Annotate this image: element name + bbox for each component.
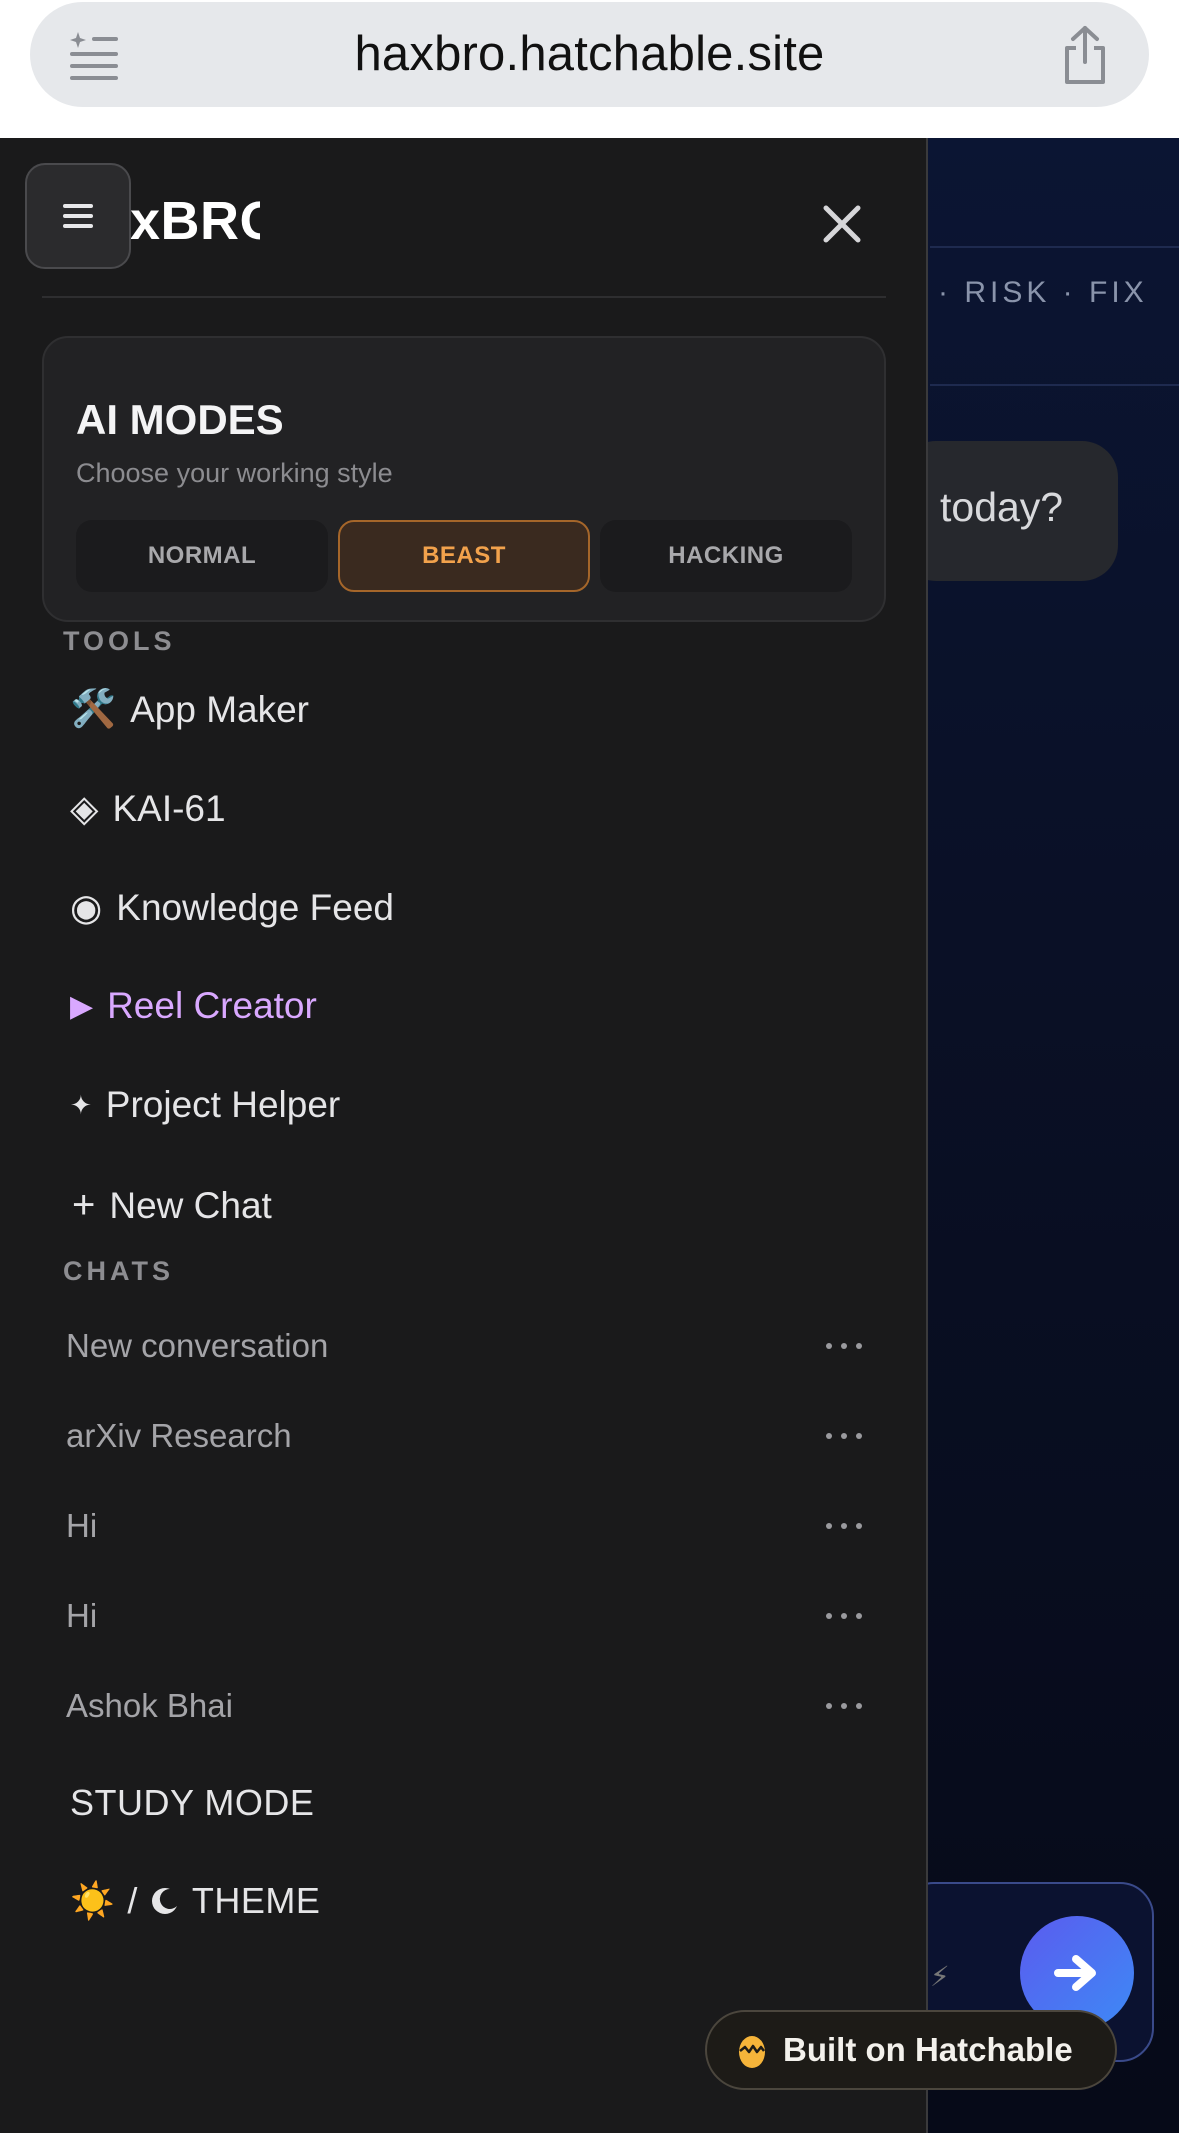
chat-title: arXiv Research <box>66 1417 292 1454</box>
hamburger-icon <box>63 204 93 228</box>
ai-modes-subtitle: Choose your working style <box>76 458 393 488</box>
play-icon: ▶ <box>70 989 94 1023</box>
theme-separator: / <box>127 1880 138 1921</box>
bolt-icon: ⚡ <box>930 1961 950 1992</box>
header-divider <box>930 246 1179 248</box>
subheader-divider <box>930 384 1179 386</box>
chat-title: Hi <box>66 1507 98 1544</box>
chats-section-label: CHATS <box>63 1256 174 1286</box>
app-tagline: · RISK · FIX <box>938 276 1148 309</box>
sparkle-icon: ✦ <box>70 1089 92 1120</box>
tool-project-helper[interactable]: ✦ Project Helper <box>70 1084 340 1126</box>
assistant-message-text: today? <box>940 484 1064 530</box>
study-mode-button[interactable]: STUDY MODE <box>70 1782 314 1824</box>
more-options-icon[interactable] <box>826 1613 876 1619</box>
chat-list-item[interactable]: Hi <box>66 1496 876 1556</box>
theme-toggle-button[interactable]: ☀️ / THEME <box>70 1880 320 1922</box>
tool-label: Knowledge Feed <box>116 886 394 928</box>
drawer-divider <box>42 296 886 298</box>
egg-icon <box>739 2036 765 2068</box>
moon-icon <box>151 1888 177 1914</box>
chat-list-item[interactable]: New conversation <box>66 1316 876 1376</box>
sun-icon: ☀️ <box>70 1880 116 1921</box>
more-options-icon[interactable] <box>826 1433 876 1439</box>
chat-title: New conversation <box>66 1327 329 1364</box>
browser-chrome: haxbro.hatchable.site <box>0 0 1179 138</box>
chat-title: Ashok Bhai <box>66 1687 233 1724</box>
more-options-icon[interactable] <box>826 1703 876 1709</box>
ai-modes-card: AI MODES Choose your working style NORMA… <box>42 336 886 622</box>
mode-hacking-button[interactable]: HACKING <box>600 520 852 592</box>
tool-app-maker[interactable]: 🛠️ App Maker <box>70 688 309 731</box>
chat-list-item[interactable]: Ashok Bhai <box>66 1676 876 1736</box>
tool-label: KAI-61 <box>112 787 226 829</box>
tool-label: Reel Creator <box>107 985 317 1026</box>
plus-icon: + <box>72 1183 96 1227</box>
menu-button[interactable] <box>25 163 131 269</box>
tools-section-label: TOOLS <box>63 626 176 656</box>
chat-list-item[interactable]: arXiv Research <box>66 1406 876 1466</box>
tool-label: New Chat <box>109 1184 272 1226</box>
url-text[interactable]: haxbro.hatchable.site <box>30 2 1149 107</box>
mode-normal-button[interactable]: NORMAL <box>76 520 328 592</box>
address-bar[interactable]: haxbro.hatchable.site <box>30 2 1149 107</box>
ai-modes-title: AI MODES <box>76 396 284 443</box>
side-drawer: HaxBRO AI MODES Choose your working styl… <box>0 138 928 2133</box>
diamond-icon: ◈ <box>70 788 99 829</box>
radio-dot-icon: ◉ <box>70 887 103 928</box>
badge-text: Built on Hatchable <box>783 2031 1073 2068</box>
built-on-hatchable-badge[interactable]: Built on Hatchable <box>705 2010 1117 2090</box>
chat-list-item[interactable]: Hi <box>66 1586 876 1646</box>
tool-reel-creator[interactable]: ▶ Reel Creator <box>70 985 317 1027</box>
mode-beast-button[interactable]: BEAST <box>338 520 590 592</box>
chat-title: Hi <box>66 1597 98 1634</box>
tool-knowledge-feed[interactable]: ◉ Knowledge Feed <box>70 886 394 929</box>
arrow-right-icon <box>1054 1955 1096 1991</box>
new-chat-button[interactable]: + New Chat <box>70 1183 272 1228</box>
more-options-icon[interactable] <box>826 1523 876 1529</box>
share-icon[interactable] <box>1059 24 1111 86</box>
theme-label: THEME <box>191 1880 321 1921</box>
tools-icon: 🛠️ <box>70 688 117 729</box>
tool-kai-61[interactable]: ◈ KAI-61 <box>70 787 226 830</box>
more-options-icon[interactable] <box>826 1343 876 1349</box>
tool-label: Project Helper <box>105 1084 341 1125</box>
close-icon[interactable] <box>818 200 866 248</box>
tool-label: App Maker <box>130 688 309 730</box>
